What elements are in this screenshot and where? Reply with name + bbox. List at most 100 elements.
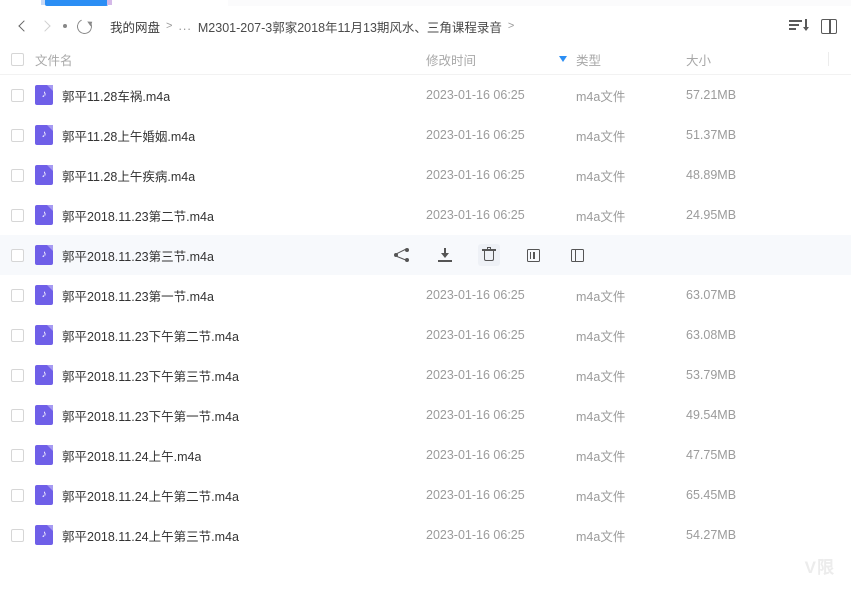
- row-checkbox[interactable]: [10, 448, 24, 462]
- column-header-size[interactable]: 大小: [686, 50, 816, 69]
- file-size-cell: 63.07MB: [686, 288, 737, 302]
- breadcrumb-ellipsis[interactable]: ...: [178, 19, 191, 33]
- row-checkbox[interactable]: [10, 528, 24, 542]
- file-name-cell[interactable]: ♪ 郭平2018.11.24上午.m4a: [34, 445, 426, 465]
- breadcrumb: 我的网盘 > ... M2301-207-3郭家2018年11月13期风水、三角…: [110, 17, 520, 36]
- row-checkbox[interactable]: [10, 208, 24, 222]
- row-checkbox-cell[interactable]: [0, 408, 34, 422]
- table-row[interactable]: ♪ 郭平2018.11.23第一节.m4a 2023-01-16 06:25 m…: [0, 275, 851, 315]
- file-name-cell[interactable]: ♪ 郭平2018.11.23下午第一节.m4a: [34, 405, 426, 425]
- breadcrumb-current[interactable]: M2301-207-3郭家2018年11月13期风水、三角课程录音: [198, 17, 502, 36]
- refresh-icon: [74, 16, 94, 36]
- row-checkbox[interactable]: [10, 488, 24, 502]
- file-name-cell[interactable]: ♪ 郭平11.28上午婚姻.m4a: [34, 125, 426, 145]
- row-checkbox-cell[interactable]: [0, 208, 34, 222]
- row-checkbox-cell[interactable]: [0, 168, 34, 182]
- sort-descending-icon: [559, 56, 567, 62]
- delete-action-button[interactable]: [478, 244, 500, 266]
- sort-icon[interactable]: [789, 19, 809, 33]
- file-modified-cell: 2023-01-16 06:25: [426, 368, 525, 382]
- file-name-label: 郭平2018.11.23第一节.m4a: [62, 289, 214, 304]
- forward-button[interactable]: [34, 14, 58, 38]
- file-size-cell: 53.79MB: [686, 368, 737, 382]
- file-list: ♪ 郭平11.28车祸.m4a 2023-01-16 06:25 m4a文件 5…: [0, 75, 851, 555]
- column-header-type-label: 类型: [576, 53, 602, 68]
- refresh-button[interactable]: [72, 14, 96, 38]
- file-modified-cell: 2023-01-16 06:25: [426, 448, 525, 462]
- file-type-cell: m4a文件: [576, 129, 626, 144]
- table-row[interactable]: ♪ 郭平2018.11.23第二节.m4a 2023-01-16 06:25 m…: [0, 195, 851, 235]
- file-modified-cell: 2023-01-16 06:25: [426, 488, 525, 502]
- file-size-cell: 63.08MB: [686, 328, 737, 342]
- row-checkbox-cell[interactable]: [0, 448, 34, 462]
- file-name-label: 郭平2018.11.24上午.m4a: [62, 449, 202, 464]
- row-checkbox[interactable]: [10, 88, 24, 102]
- table-row[interactable]: ♪ 郭平2018.11.24上午第三节.m4a 2023-01-16 06:25…: [0, 515, 851, 555]
- file-modified-cell: 2023-01-16 06:25: [426, 528, 525, 542]
- table-row[interactable]: ♪ 郭平2018.11.24上午第二节.m4a 2023-01-16 06:25…: [0, 475, 851, 515]
- file-name-label: 郭平2018.11.24上午第二节.m4a: [62, 489, 239, 504]
- row-checkbox[interactable]: [10, 408, 24, 422]
- column-header-name[interactable]: 文件名: [34, 50, 426, 69]
- header-divider: [828, 52, 829, 66]
- file-size-cell: 51.37MB: [686, 128, 737, 142]
- file-name-cell[interactable]: ♪ 郭平2018.11.23第三节.m4a: [34, 245, 426, 265]
- share-icon: [393, 248, 409, 262]
- navbar-right-actions: [789, 18, 837, 34]
- file-modified-cell: 2023-01-16 06:25: [426, 328, 525, 342]
- view-mode-icon[interactable]: [821, 18, 837, 34]
- navigation-bar: 我的网盘 > ... M2301-207-3郭家2018年11月13期风水、三角…: [0, 8, 851, 44]
- table-row[interactable]: ♪ 郭平2018.11.23下午第一节.m4a 2023-01-16 06:25…: [0, 395, 851, 435]
- file-name-cell[interactable]: ♪ 郭平2018.11.23第一节.m4a: [34, 285, 426, 305]
- row-checkbox[interactable]: [10, 248, 24, 262]
- row-checkbox-cell[interactable]: [0, 288, 34, 302]
- chevron-right-icon: [38, 20, 51, 32]
- column-header-type[interactable]: 类型: [559, 50, 686, 69]
- share-action-button[interactable]: [390, 244, 412, 266]
- audio-file-icon: ♪: [35, 445, 53, 465]
- more-action-button[interactable]: [566, 244, 588, 266]
- file-name-cell[interactable]: ♪ 郭平11.28上午疾病.m4a: [34, 165, 426, 185]
- row-checkbox-cell[interactable]: [0, 488, 34, 502]
- file-modified-cell: 2023-01-16 06:25: [426, 288, 525, 302]
- back-button[interactable]: [10, 14, 34, 38]
- history-dot-button[interactable]: [58, 14, 72, 38]
- file-name-cell[interactable]: ♪ 郭平2018.11.24上午第三节.m4a: [34, 525, 426, 545]
- file-name-label: 郭平2018.11.23第二节.m4a: [62, 209, 214, 224]
- active-browser-tab[interactable]: [45, 0, 108, 6]
- row-checkbox-cell[interactable]: [0, 128, 34, 142]
- row-checkbox-cell[interactable]: [0, 528, 34, 542]
- table-row[interactable]: ♪ 郭平2018.11.23下午第三节.m4a 2023-01-16 06:25…: [0, 355, 851, 395]
- column-header-modified[interactable]: 修改时间: [426, 50, 576, 69]
- table-row[interactable]: ♪ 郭平2018.11.23第三节.m4a: [0, 235, 851, 275]
- select-all-checkbox-cell[interactable]: [0, 52, 34, 66]
- row-checkbox[interactable]: [10, 128, 24, 142]
- rename-action-button[interactable]: [522, 244, 544, 266]
- row-checkbox[interactable]: [10, 288, 24, 302]
- file-size-cell: 57.21MB: [686, 88, 737, 102]
- file-name-cell[interactable]: ♪ 郭平2018.11.23第二节.m4a: [34, 205, 426, 225]
- table-row[interactable]: ♪ 郭平2018.11.23下午第二节.m4a 2023-01-16 06:25…: [0, 315, 851, 355]
- file-name-cell[interactable]: ♪ 郭平11.28车祸.m4a: [34, 85, 426, 105]
- select-all-checkbox[interactable]: [10, 52, 24, 66]
- row-checkbox-cell[interactable]: [0, 88, 34, 102]
- file-type-cell: m4a文件: [576, 529, 626, 544]
- file-name-cell[interactable]: ♪ 郭平2018.11.23下午第三节.m4a: [34, 365, 426, 385]
- audio-file-icon: ♪: [35, 525, 53, 545]
- table-row[interactable]: ♪ 郭平11.28车祸.m4a 2023-01-16 06:25 m4a文件 5…: [0, 75, 851, 115]
- file-name-cell[interactable]: ♪ 郭平2018.11.24上午第二节.m4a: [34, 485, 426, 505]
- table-row[interactable]: ♪ 郭平11.28上午疾病.m4a 2023-01-16 06:25 m4a文件…: [0, 155, 851, 195]
- table-row[interactable]: ♪ 郭平2018.11.24上午.m4a 2023-01-16 06:25 m4…: [0, 435, 851, 475]
- row-checkbox[interactable]: [10, 368, 24, 382]
- table-row[interactable]: ♪ 郭平11.28上午婚姻.m4a 2023-01-16 06:25 m4a文件…: [0, 115, 851, 155]
- file-name-cell[interactable]: ♪ 郭平2018.11.23下午第二节.m4a: [34, 325, 426, 345]
- row-checkbox-cell[interactable]: [0, 328, 34, 342]
- row-checkbox-cell[interactable]: [0, 368, 34, 382]
- row-checkbox[interactable]: [10, 328, 24, 342]
- row-checkbox-cell[interactable]: [0, 248, 34, 262]
- file-size-cell: 54.27MB: [686, 528, 737, 542]
- download-action-button[interactable]: [434, 244, 456, 266]
- row-checkbox[interactable]: [10, 168, 24, 182]
- breadcrumb-separator-1: >: [166, 20, 173, 32]
- breadcrumb-root[interactable]: 我的网盘: [110, 17, 160, 36]
